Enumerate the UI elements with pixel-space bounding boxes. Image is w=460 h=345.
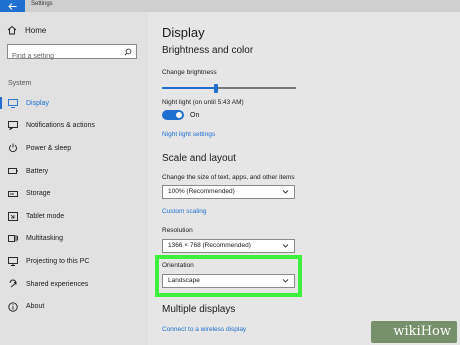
night-light-state: On	[190, 111, 200, 119]
size-value: 100% (Recommended)	[168, 188, 235, 195]
night-light-toggle[interactable]	[162, 110, 184, 120]
info-icon	[8, 301, 18, 312]
sidebar-item-display[interactable]: Display	[0, 92, 148, 115]
tablet-icon	[8, 211, 18, 221]
wireless-display-link[interactable]: Connect to a wireless display	[162, 326, 246, 333]
multitasking-icon	[8, 234, 18, 244]
sidebar-item-storage[interactable]: Storage	[0, 182, 148, 205]
brightness-heading: Brightness and color	[162, 45, 254, 56]
sidebar-item-notifications[interactable]: Notifications & actions	[0, 115, 148, 138]
sidebar-item-label: Notifications & actions	[26, 122, 95, 130]
storage-icon	[8, 189, 18, 199]
monitor-icon	[8, 98, 18, 108]
home-link[interactable]: Home	[7, 25, 46, 35]
notifications-icon	[8, 121, 18, 131]
page-title: Display	[162, 25, 205, 40]
sidebar-item-label: Storage	[26, 190, 51, 198]
section-label: System	[8, 80, 32, 87]
search-input[interactable]	[8, 50, 118, 63]
back-arrow-icon	[8, 2, 17, 10]
sidebar-item-shared-experiences[interactable]: Shared experiences	[0, 273, 148, 296]
sidebar-item-projecting[interactable]: Projecting to this PC	[0, 250, 148, 273]
title-bar: Settings	[0, 0, 460, 12]
sidebar-item-label: Tablet mode	[26, 212, 65, 220]
multiple-displays-heading: Multiple displays	[162, 304, 236, 315]
sidebar-item-battery[interactable]: Battery	[0, 160, 148, 183]
chevron-down-icon	[282, 190, 289, 194]
search-box[interactable]	[7, 44, 137, 63]
size-label: Change the size of text, apps, and other…	[162, 174, 295, 181]
night-light-toggle-row: On	[162, 110, 199, 120]
brightness-slider[interactable]	[162, 84, 296, 93]
size-dropdown[interactable]: 100% (Recommended)	[162, 185, 295, 199]
sidebar-item-label: About	[26, 303, 45, 311]
sidebar-item-label: Multitasking	[26, 235, 63, 243]
orientation-highlight	[155, 255, 302, 297]
slider-fill	[162, 87, 216, 89]
night-light-settings-link[interactable]: Night light settings	[162, 131, 215, 138]
sidebar-item-power[interactable]: Power & sleep	[0, 137, 148, 160]
resolution-value: 1366 × 768 (Recommended)	[168, 242, 251, 249]
sidebar-item-tablet-mode[interactable]: Tablet mode	[0, 205, 148, 228]
sidebar-item-multitasking[interactable]: Multitasking	[0, 228, 148, 251]
search-icon	[124, 48, 132, 56]
custom-scaling-link[interactable]: Custom scaling	[162, 208, 206, 215]
shared-experiences-icon	[8, 279, 18, 289]
sidebar: Home System Display Notifications & acti…	[0, 12, 148, 345]
slider-thumb[interactable]	[213, 84, 218, 93]
sidebar-item-label: Display	[26, 99, 49, 107]
resolution-label: Resolution	[162, 227, 193, 234]
watermark: wikiHow	[371, 321, 457, 343]
sidebar-item-label: Shared experiences	[26, 280, 89, 288]
night-light-label: Night light (on until 5:43 AM)	[162, 99, 244, 106]
resolution-dropdown[interactable]: 1366 × 768 (Recommended)	[162, 239, 295, 253]
sidebar-item-label: Power & sleep	[26, 144, 72, 152]
sidebar-item-about[interactable]: About	[0, 295, 148, 318]
brightness-label: Change brightness	[162, 69, 217, 76]
projecting-icon	[8, 256, 18, 266]
scale-heading: Scale and layout	[162, 153, 236, 164]
home-label: Home	[25, 25, 47, 35]
sidebar-nav: Display Notifications & actions Power & …	[0, 92, 148, 318]
home-icon	[7, 25, 17, 35]
toggle-knob	[176, 112, 182, 118]
watermark-text: wikiHow	[393, 324, 451, 339]
battery-icon	[8, 166, 18, 176]
sidebar-item-label: Projecting to this PC	[26, 257, 90, 265]
window-title: Settings	[31, 1, 53, 7]
chevron-down-icon	[282, 244, 289, 248]
sidebar-item-label: Battery	[26, 167, 49, 175]
back-button[interactable]	[0, 0, 25, 12]
power-icon	[8, 143, 18, 153]
